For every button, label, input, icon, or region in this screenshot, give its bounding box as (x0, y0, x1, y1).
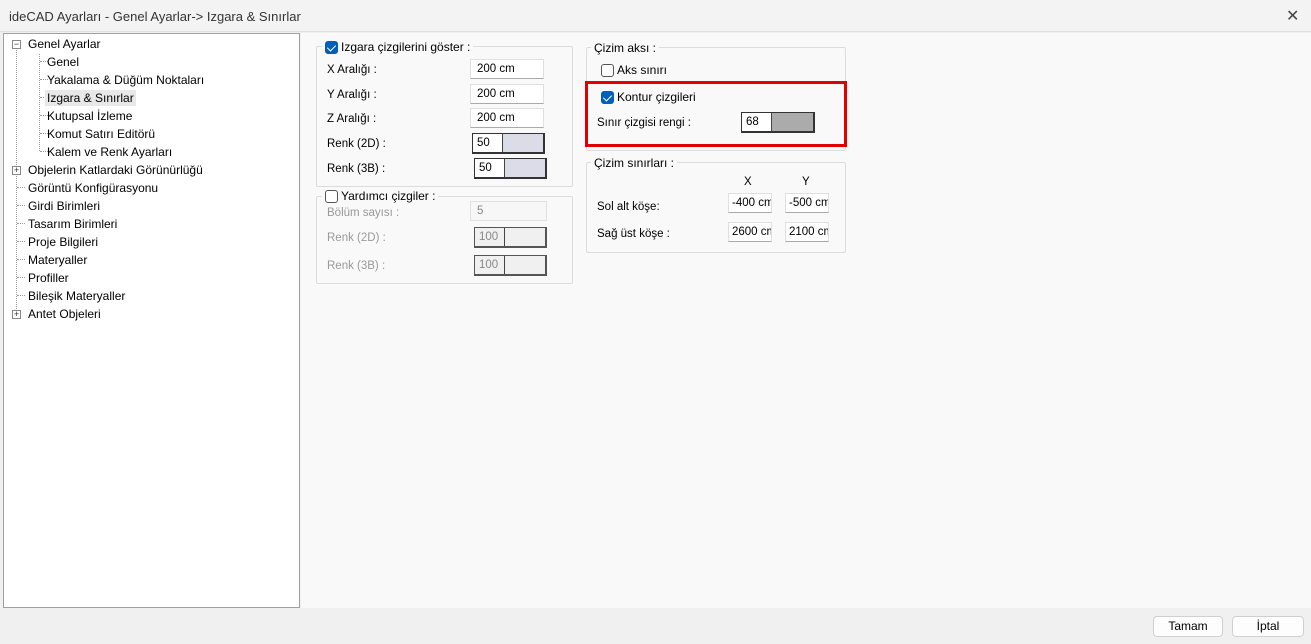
tree-line (16, 48, 17, 313)
expand-icon[interactable]: + (12, 310, 21, 319)
helper-color-3d-value: 100 (475, 256, 505, 274)
tree-item[interactable]: Görüntü Konfigürasyonu (26, 180, 160, 196)
cancel-button[interactable]: İptal (1232, 616, 1304, 637)
highlight-box (585, 81, 847, 147)
tree-item[interactable]: Materyaller (26, 252, 89, 268)
tree-item[interactable]: Antet Objeleri (26, 306, 103, 322)
lower-left-label: Sol alt köşe: (597, 201, 660, 213)
tree-line (39, 54, 40, 151)
x-spacing-label: X Aralığı : (327, 64, 377, 76)
x-spacing-input[interactable]: 200 cm (470, 59, 544, 79)
tree-item[interactable]: Tasarım Birimleri (26, 216, 119, 232)
tree-item[interactable]: Girdi Birimleri (26, 198, 102, 214)
tree-item[interactable]: Bileşik Materyaller (26, 288, 127, 304)
color-3d-value: 50 (475, 159, 505, 177)
x-column-header: X (744, 176, 752, 188)
color-2d-value: 50 (473, 134, 503, 152)
tree-line (17, 295, 25, 296)
title-bar: ideCAD Ayarları - Genel Ayarlar-> Izgara… (0, 0, 1311, 32)
tree-item[interactable]: Genel (45, 54, 81, 70)
axis-limit-checkbox[interactable]: Aks sınırı (598, 63, 671, 77)
show-grid-label: Izgara çizgilerini göster : (341, 40, 471, 54)
checkbox-unchecked-icon[interactable] (325, 189, 338, 203)
tree-item-genel-ayarlar[interactable]: Genel Ayarlar (26, 36, 103, 52)
tree-item[interactable]: Yakalama & Düğüm Noktaları (45, 72, 206, 88)
color-3d-picker[interactable]: 50 (474, 158, 547, 179)
window-title: ideCAD Ayarları - Genel Ayarlar-> Izgara… (9, 9, 301, 24)
settings-tree[interactable]: − Genel Ayarlar Genel Yakalama & Düğüm N… (3, 33, 300, 608)
checkbox-unchecked-icon[interactable] (601, 63, 614, 77)
y-column-header: Y (802, 176, 810, 188)
tree-item-selected[interactable]: Izgara & Sınırlar (45, 90, 136, 106)
helper-color-2d-value: 100 (475, 228, 505, 246)
z-spacing-label: Z Aralığı : (327, 113, 377, 125)
helper-color-3d-label: Renk (3B) : (327, 260, 386, 272)
color-swatch (505, 256, 545, 274)
show-grid-checkbox[interactable]: Izgara çizgilerini göster : (322, 40, 474, 54)
tree-item[interactable]: Komut Satırı Editörü (45, 126, 157, 142)
drawing-axis-label: Çizim aksı : (591, 41, 660, 55)
drawing-limits-label: Çizim sınırları : (591, 156, 678, 170)
tree-line (17, 241, 25, 242)
helper-color-3d-picker[interactable]: 100 (474, 255, 547, 276)
tree-item[interactable]: Proje Bilgileri (26, 234, 100, 250)
tree-line (17, 277, 25, 278)
collapse-icon[interactable]: − (12, 40, 21, 49)
tree-item[interactable]: Objelerin Katlardaki Görünürlüğü (26, 162, 205, 178)
y-spacing-input[interactable]: 200 cm (470, 84, 544, 104)
upper-right-y-input[interactable]: 2100 cm (785, 222, 829, 242)
tree-item[interactable]: Kalem ve Renk Ayarları (45, 144, 174, 160)
upper-right-x-input[interactable]: 2600 cm (728, 222, 772, 242)
tree-line (17, 187, 25, 188)
tree-line (17, 259, 25, 260)
helper-color-2d-picker[interactable]: 100 (474, 227, 547, 248)
checkbox-checked-icon[interactable] (325, 40, 338, 54)
lower-left-y-input[interactable]: -500 cm (785, 193, 829, 213)
expand-icon[interactable]: + (12, 166, 21, 175)
ok-button[interactable]: Tamam (1153, 616, 1223, 637)
axis-limit-label: Aks sınırı (617, 63, 668, 77)
color-2d-label: Renk (2D) : (327, 138, 386, 150)
helper-lines-checkbox[interactable]: Yardımcı çizgiler : (322, 189, 439, 203)
section-count-label: Bölüm sayısı : (327, 207, 400, 219)
helper-lines-label: Yardımcı çizgiler : (341, 189, 436, 203)
color-2d-picker[interactable]: 50 (472, 133, 545, 154)
helper-color-2d-label: Renk (2D) : (327, 232, 386, 244)
color-swatch (505, 159, 545, 177)
tree-line (17, 205, 25, 206)
close-icon[interactable]: ✕ (1286, 6, 1299, 26)
lower-left-x-input[interactable]: -400 cm (728, 193, 772, 213)
section-count-input[interactable]: 5 (470, 201, 547, 221)
z-spacing-input[interactable]: 200 cm (470, 108, 544, 128)
tree-item[interactable]: Profiller (26, 270, 71, 286)
color-swatch (503, 134, 543, 152)
upper-right-label: Sağ üst köşe : (597, 228, 670, 240)
y-spacing-label: Y Aralığı : (327, 89, 377, 101)
tree-item[interactable]: Kutupsal İzleme (45, 108, 134, 124)
footer: Tamam İptal (0, 608, 1311, 644)
color-swatch (505, 228, 545, 246)
color-3d-label: Renk (3B) : (327, 163, 386, 175)
tree-line (17, 223, 25, 224)
